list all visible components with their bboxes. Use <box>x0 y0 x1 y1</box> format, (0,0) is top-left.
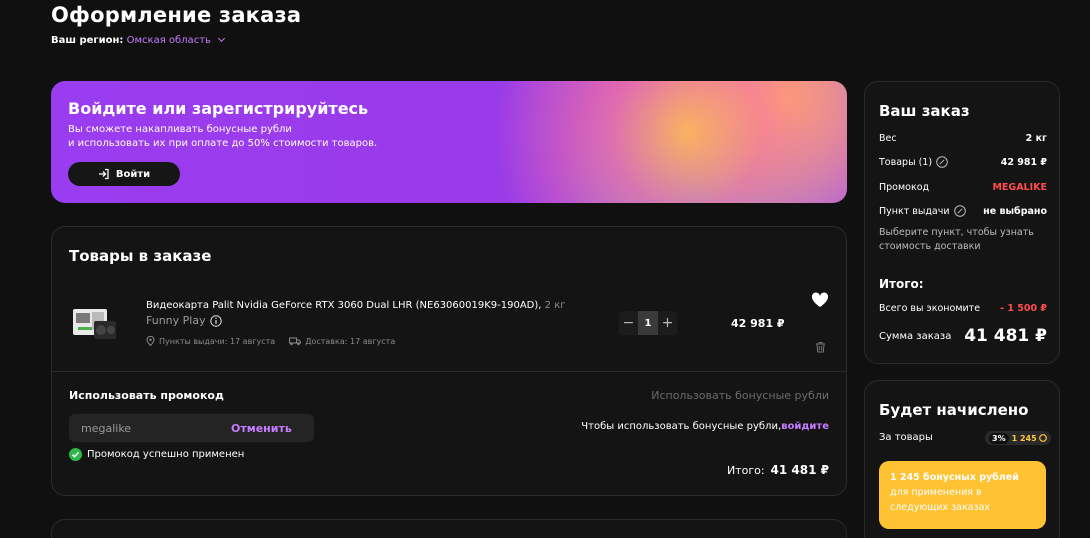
heart-icon[interactable] <box>811 292 829 308</box>
bonus-amount: 1 245 <box>1011 433 1037 443</box>
bonus-note: Чтобы использовать бонусные рубли,войдит… <box>581 421 829 432</box>
banner-title: Войдите или зарегистрируйтесь <box>68 99 369 118</box>
product-weight: 2 кг <box>541 300 566 311</box>
decrease-button[interactable]: − <box>619 315 638 331</box>
bonus-coin-icon <box>1038 434 1047 442</box>
promo-value[interactable]: megalike <box>81 422 131 435</box>
summary-total-title: Итого: <box>879 277 924 291</box>
weight-label: Вес <box>879 133 897 144</box>
banner-line-2: и использовать их при оплате до 50% стои… <box>68 138 378 149</box>
savings-row: Всего вы экономите - 1 500 ₽ <box>879 303 1047 314</box>
weight-row: Вес 2 кг <box>879 133 1047 144</box>
info-icon[interactable] <box>209 314 222 327</box>
order-summary: Ваш заказ Вес 2 кг Товары (1) 42 981 ₽ П… <box>864 81 1060 364</box>
promo-cancel-button[interactable]: Отменить <box>231 422 292 435</box>
order-sum-value: 41 481 ₽ <box>964 326 1047 346</box>
truck-icon <box>289 337 302 345</box>
order-sum-label: Сумма заказа <box>879 330 952 342</box>
bonus-title: Будет начислено <box>879 401 1029 419</box>
bonus-for-goods-label: За товары <box>879 432 933 443</box>
bonus-amount-wrap: 1 245 <box>1012 434 1047 443</box>
promo-success: Промокод успешно применен <box>69 448 244 461</box>
goods-label: Товары (1) <box>879 156 933 168</box>
product-name[interactable]: Видеокарта Palit Nvidia GeForce RTX 3060… <box>146 300 565 311</box>
login-icon <box>98 168 109 180</box>
page-title: Оформление заказа <box>51 3 302 27</box>
savings-value: - 1 500 ₽ <box>1000 303 1047 314</box>
promo-input[interactable]: megalike Отменить <box>69 414 314 442</box>
summary-title: Ваш заказ <box>879 102 970 120</box>
product-image[interactable] <box>70 299 120 349</box>
edit-icon[interactable] <box>953 205 966 217</box>
bonus-box-text: для применения в следующих заказах <box>890 487 991 513</box>
cart-divider <box>52 371 846 372</box>
region-value[interactable]: Омская область <box>127 35 211 46</box>
product-price: 42 981 ₽ <box>731 317 785 330</box>
login-banner: Войдите или зарегистрируйтесь Вы сможете… <box>51 81 847 203</box>
pickup-label-wrap: Пункт выдачи <box>879 205 966 217</box>
cart-total-label: Итого: <box>726 464 765 477</box>
quantity-value[interactable]: 1 <box>638 311 658 335</box>
trash-icon[interactable] <box>815 341 826 353</box>
savings-label: Всего вы экономите <box>879 303 981 314</box>
order-sum-row: Сумма заказа 41 481 ₽ <box>879 326 1047 346</box>
region-label: Ваш регион: <box>51 35 124 46</box>
cart-title: Товары в заказе <box>69 247 212 265</box>
use-bonus-link[interactable]: Использовать бонусные рубли <box>651 389 829 402</box>
goods-value: 42 981 ₽ <box>1000 156 1047 168</box>
bonus-box-title: 1 245 бонусных рублей <box>890 472 1019 483</box>
delivery-date: Доставка: 17 августа <box>305 336 396 346</box>
promo-code-value: MEGALIKE <box>992 182 1047 193</box>
cart-total: Итого: 41 481 ₽ <box>727 463 829 477</box>
bonus-login-link[interactable]: войдите <box>781 421 829 432</box>
goods-label-wrap: Товары (1) <box>879 156 948 168</box>
seller[interactable]: Funny Play <box>146 314 222 327</box>
promo-success-text: Промокод успешно применен <box>87 449 245 460</box>
login-button[interactable]: Войти <box>68 162 180 186</box>
region-selector[interactable]: Ваш регион: Омская область <box>51 34 226 46</box>
edit-icon[interactable] <box>936 156 948 168</box>
location-pin-icon <box>146 336 155 346</box>
increase-button[interactable]: + <box>658 315 677 331</box>
promo-title: Использовать промокод <box>69 389 224 402</box>
cart-card: Товары в заказе Видеокарта Palit Nvidia … <box>51 226 847 496</box>
pickup-date: Пункты выдачи: 17 августа <box>159 336 276 346</box>
goods-row: Товары (1) 42 981 ₽ <box>879 156 1047 168</box>
banner-line-1: Вы сможете накапливать бонусные рубли <box>68 124 292 135</box>
banner-text: Вы сможете накапливать бонусные рубли и … <box>68 123 377 151</box>
cart-total-value: 41 481 ₽ <box>770 463 829 477</box>
next-section-card <box>51 519 847 538</box>
delivery-meta: Пункты выдачи: 17 августа Доставка: 17 а… <box>146 336 395 346</box>
seller-name[interactable]: Funny Play <box>146 314 206 327</box>
bonus-note-text: Чтобы использовать бонусные рубли, <box>581 421 782 432</box>
pickup-value: не выбрано <box>983 205 1047 217</box>
pickup-hint: Выберите пункт, чтобы узнать стоимость д… <box>879 227 1034 252</box>
bonus-card: Будет начислено За товары 3% 1 245 1 245… <box>864 380 1060 538</box>
login-label: Войти <box>115 168 151 180</box>
chevron-down-icon[interactable] <box>218 34 226 43</box>
product-title[interactable]: Видеокарта Palit Nvidia GeForce RTX 3060… <box>146 300 541 311</box>
bonus-badge: 3% 1 245 <box>985 431 1051 445</box>
promo-label: Промокод <box>879 182 930 193</box>
promo-row: Промокод MEGALIKE <box>879 182 1047 193</box>
bonus-percent: 3% <box>989 432 1009 444</box>
weight-value: 2 кг <box>1025 133 1047 144</box>
pickup-label: Пункт выдачи <box>879 205 950 217</box>
check-circle-icon <box>69 448 82 461</box>
pickup-row: Пункт выдачи не выбрано <box>879 205 1047 217</box>
quantity-stepper[interactable]: − 1 + <box>619 311 677 335</box>
bonus-info-box: 1 245 бонусных рублей для применения в с… <box>879 461 1046 529</box>
